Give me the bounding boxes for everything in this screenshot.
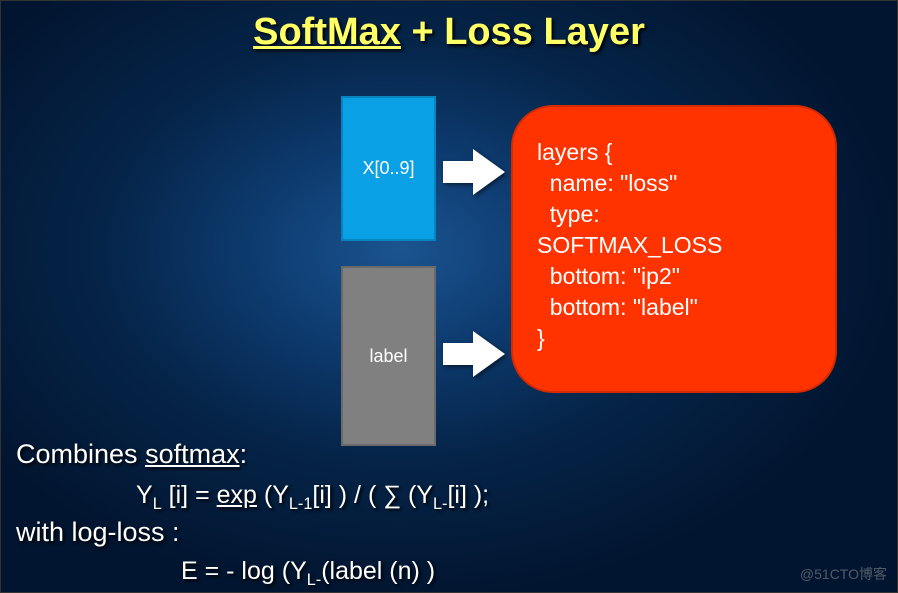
input-box-label-text: label — [369, 346, 407, 367]
arrow-icon — [443, 331, 505, 377]
logloss-formula: E = - log (YL-(label (n) ) — [181, 557, 435, 590]
t-u: exp — [217, 481, 257, 509]
t: [i] ); — [447, 481, 489, 509]
text-underlined: softmax — [145, 439, 240, 469]
explain-line-3: with log-loss : — [16, 517, 180, 548]
title-underlined: SoftMax — [253, 11, 401, 53]
input-box-x: X[0..9] — [341, 96, 436, 241]
watermark: @51CTO博客 — [800, 564, 887, 584]
input-box-x-label: X[0..9] — [362, 158, 414, 179]
sub: L- — [307, 571, 321, 589]
watermark-text: @51CTO博客 — [800, 566, 887, 582]
text: Combines — [16, 439, 145, 469]
layer-code: layers { name: "loss" type: SOFTMAX_LOSS… — [537, 139, 722, 351]
t: (Y — [257, 481, 289, 509]
t: [i] ) / ( ∑ (Y — [312, 481, 433, 509]
title-rest: + Loss Layer — [401, 11, 645, 53]
sub: L- — [433, 495, 447, 513]
arrow-icon — [443, 149, 505, 195]
t: (label (n) ) — [321, 557, 435, 585]
layer-definition-box: layers { name: "loss" type: SOFTMAX_LOSS… — [511, 105, 837, 393]
text: : — [240, 439, 248, 469]
sub: L — [153, 495, 162, 513]
input-box-label: label — [341, 266, 436, 446]
text: with log-loss : — [16, 517, 180, 547]
t: Y — [136, 481, 153, 509]
slide-title: SoftMax + Loss Layer — [1, 1, 897, 54]
explain-line-1: Combines softmax: — [16, 439, 247, 470]
t: [i] = — [162, 481, 217, 509]
t: E = - log (Y — [181, 557, 307, 585]
softmax-formula: YL [i] = exp (YL-1[i] ) / ( ∑ (YL-[i] ); — [136, 481, 489, 514]
sub: L-1 — [289, 495, 313, 513]
